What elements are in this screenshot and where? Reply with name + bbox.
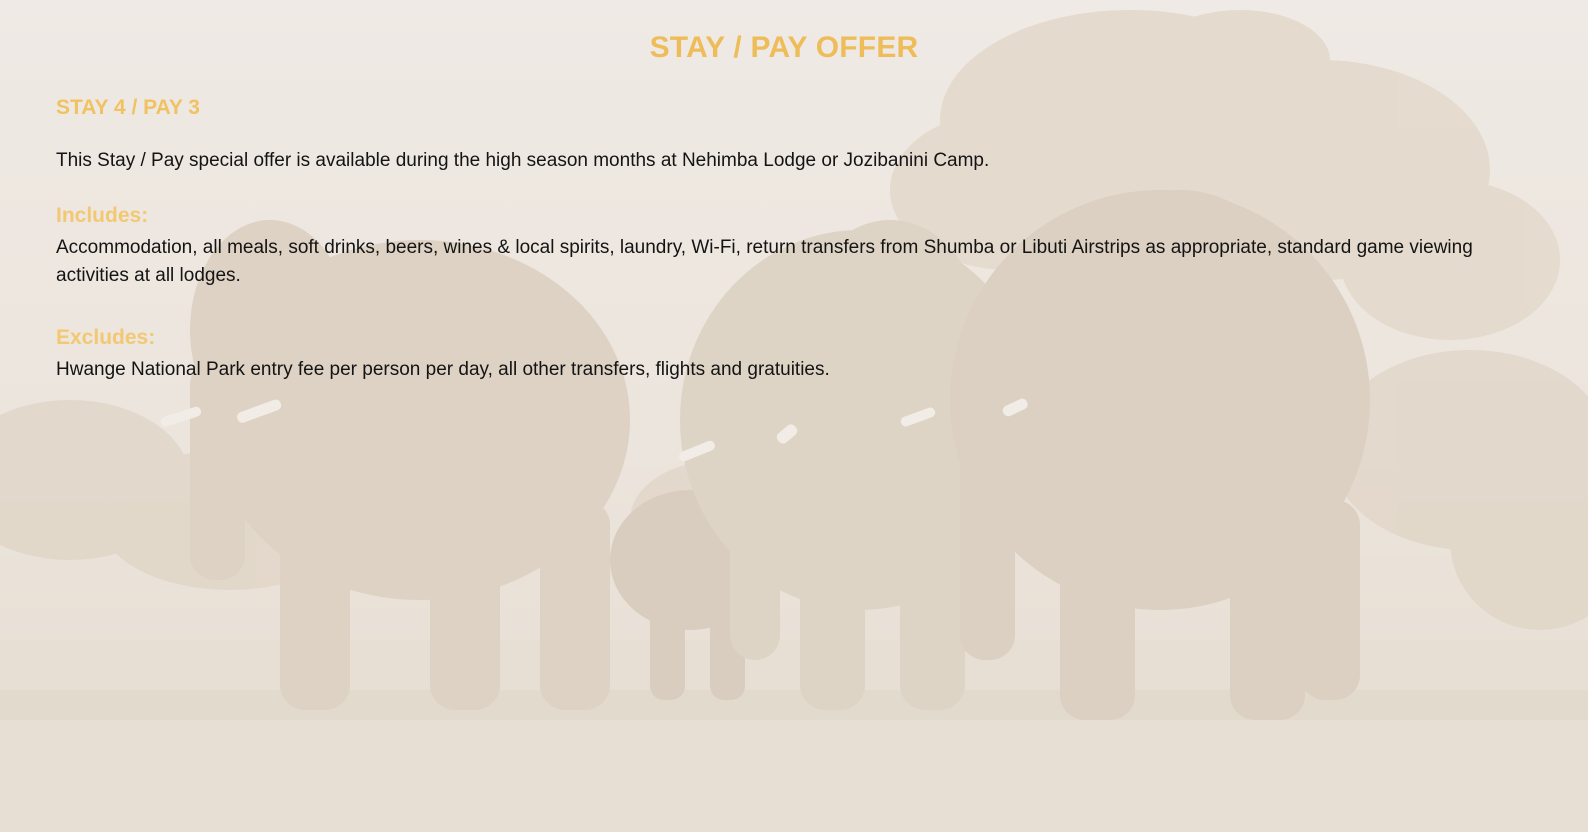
excludes-label: Excludes: [56,326,156,349]
page-title: STAY / PAY OFFER [649,31,919,64]
offer-intro-text: This Stay / Pay special offer is availab… [56,150,990,171]
excludes-text: Hwange National Park entry fee per perso… [56,359,830,380]
offer-heading: STAY 4 / PAY 3 [56,96,200,119]
offer-panel: STAY / PAY OFFER STAY 4 / PAY 3 This Sta… [0,0,1588,832]
includes-label: Includes: [56,204,149,227]
includes-text: Accommodation, all meals, soft drinks, b… [56,237,1473,286]
